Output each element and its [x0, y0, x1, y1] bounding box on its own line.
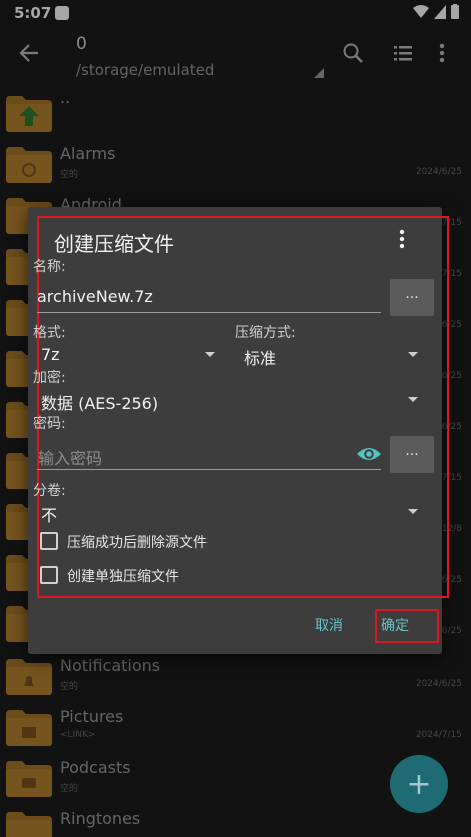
split-select[interactable]: 不: [41, 502, 57, 526]
password-more-button[interactable]: ...: [390, 436, 434, 473]
screen: 5:07 0 /storage/emulated .. Alarms 空的 2024/…: [0, 0, 471, 837]
format-dropdown-icon[interactable]: [205, 352, 215, 357]
password-input[interactable]: 输入密码: [38, 445, 102, 469]
add-fab-button[interactable]: +: [390, 755, 448, 813]
name-label: 名称:: [33, 259, 66, 275]
split-dropdown-icon[interactable]: [408, 509, 418, 514]
compression-select[interactable]: 标准: [244, 345, 276, 369]
delete-source-checkbox[interactable]: [40, 532, 58, 550]
separate-archive-label: 创建单独压缩文件: [67, 569, 179, 585]
separate-archive-checkbox[interactable]: [40, 566, 58, 584]
dialog-menu-icon[interactable]: [398, 229, 406, 249]
compression-label: 压缩方式:: [235, 325, 296, 341]
encryption-label: 加密:: [33, 370, 66, 386]
show-password-icon[interactable]: [356, 445, 382, 463]
dialog-title: 创建压缩文件: [54, 232, 174, 256]
cancel-button[interactable]: 取消: [315, 615, 343, 635]
name-underline: [37, 312, 381, 313]
archive-name-input[interactable]: archiveNew.7z: [37, 287, 153, 306]
ok-button[interactable]: 确定: [381, 615, 409, 635]
compression-dropdown-icon[interactable]: [408, 352, 418, 357]
password-underline: [37, 469, 381, 470]
browse-button[interactable]: ...: [390, 279, 434, 316]
encryption-dropdown-icon[interactable]: [408, 397, 418, 402]
create-archive-dialog: 创建压缩文件 名称: archiveNew.7z ... 格式: 压缩方式: 7…: [28, 207, 449, 654]
format-label: 格式:: [33, 325, 66, 341]
format-select[interactable]: 7z: [41, 345, 60, 364]
split-label: 分卷:: [33, 483, 66, 499]
password-label: 密码:: [33, 416, 66, 432]
encryption-select[interactable]: 数据 (AES-256): [41, 390, 158, 414]
delete-source-label: 压缩成功后删除源文件: [67, 535, 207, 551]
